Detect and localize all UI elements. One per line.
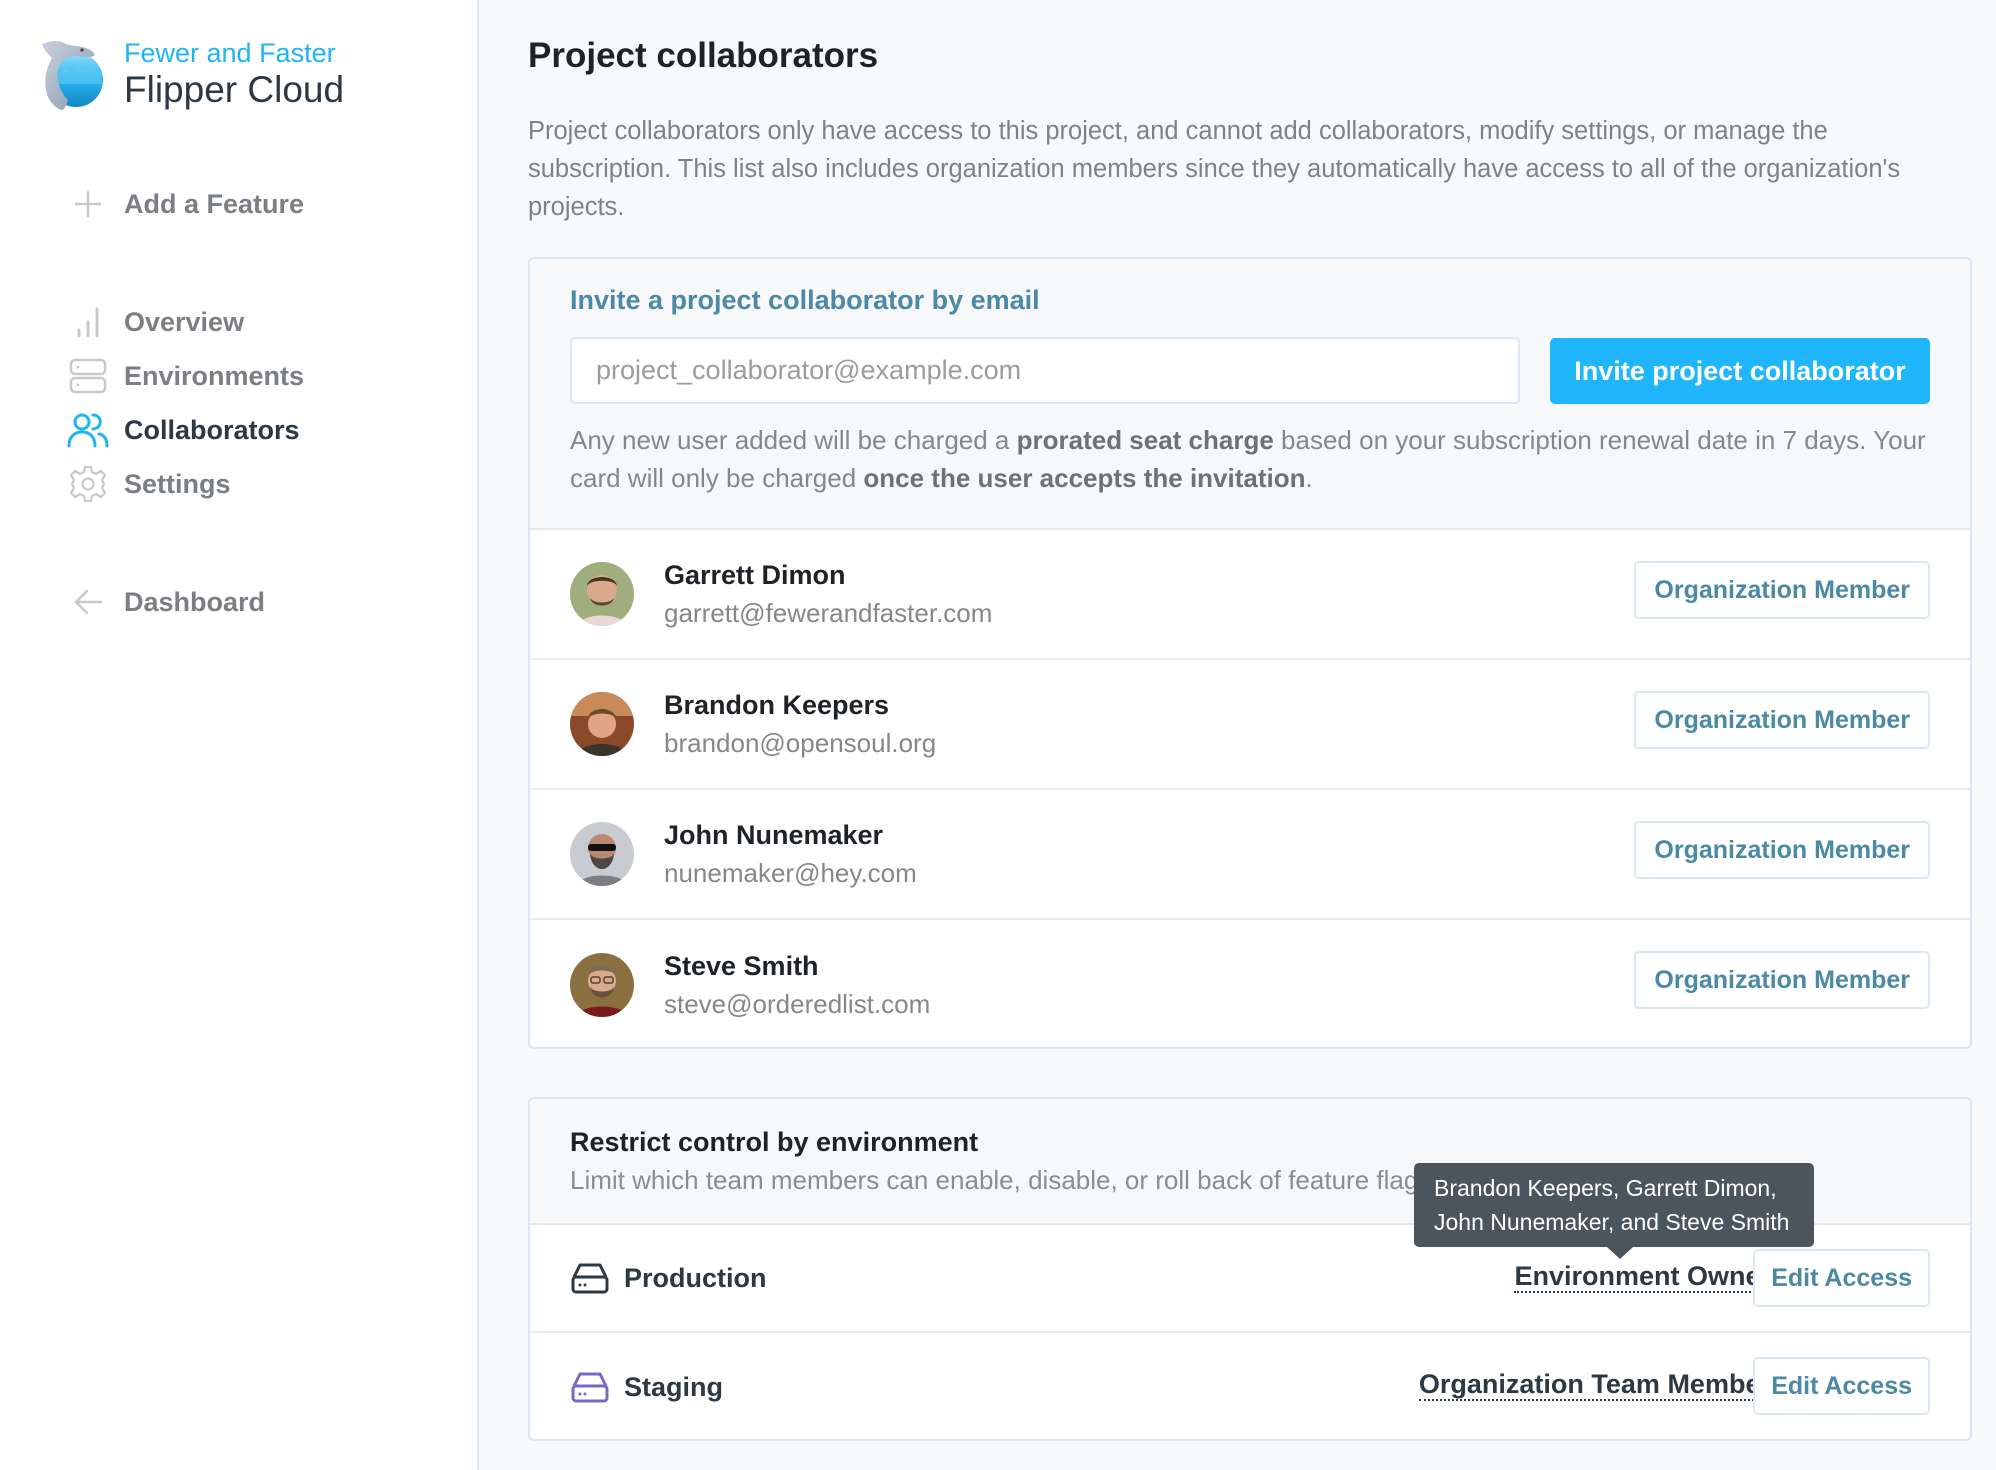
add-feature-label: Add a Feature	[124, 188, 305, 219]
dashboard-label: Dashboard	[124, 586, 266, 617]
collaborator-email: nunemaker@hey.com	[664, 858, 917, 888]
collaborator-name: Garrett Dimon	[664, 560, 846, 590]
sidebar-item-environments[interactable]: Environments	[64, 354, 304, 398]
sidebar-item-collaborators[interactable]: Collaborators	[64, 408, 300, 452]
edit-access-button[interactable]: Edit Access	[1753, 1249, 1930, 1307]
note-emphasis: once the user accepts the invitation	[863, 463, 1306, 493]
collaborator-row: Garrett Dimon garrett@fewerandfaster.com…	[530, 530, 1970, 660]
sidebar-item-settings[interactable]: Settings	[64, 462, 231, 506]
dolphin-logo-icon	[42, 41, 103, 110]
sidebar-item-overview[interactable]: Overview	[64, 300, 244, 344]
environment-access-link[interactable]: Organization Team Members	[1418, 1369, 1786, 1401]
avatar	[570, 562, 634, 626]
edit-access-button[interactable]: Edit Access	[1753, 1357, 1930, 1415]
gear-icon	[64, 462, 112, 506]
collaborator-row: Steve Smith steve@orderedlist.com Organi…	[530, 920, 1970, 1050]
sidebar-item-label: Overview	[124, 306, 245, 337]
add-feature-link[interactable]: Add a Feature	[64, 182, 304, 226]
environment-name: Production	[624, 1262, 767, 1293]
sidebar-item-label: Collaborators	[124, 414, 300, 445]
restrict-control-card: Restrict control by environment Limit wh…	[528, 1097, 1972, 1441]
collaborator-email: brandon@opensoul.org	[664, 728, 937, 758]
invite-label: Invite a project collaborator by email	[570, 285, 1040, 315]
environment-access-link[interactable]: Environment Owners	[1514, 1261, 1786, 1293]
invite-billing-note: Any new user added will be charged a pro…	[570, 421, 1950, 497]
environment-row-staging: Staging Organization Team Members Edit A…	[530, 1333, 1970, 1441]
environment-name: Staging	[624, 1371, 723, 1402]
sidebar: Fewer and Faster Flipper Cloud Add a Fea…	[0, 0, 479, 1470]
drive-icon	[571, 1372, 609, 1403]
avatar	[570, 822, 634, 886]
sidebar-item-label: Environments	[124, 360, 305, 391]
note-emphasis: prorated seat charge	[1016, 425, 1274, 455]
role-badge[interactable]: Organization Member	[1634, 821, 1930, 879]
back-to-dashboard-link[interactable]: Dashboard	[64, 580, 265, 624]
sidebar-item-label: Settings	[124, 468, 231, 499]
page-title: Project collaborators	[528, 36, 879, 75]
collaborator-name: Steve Smith	[664, 951, 819, 981]
note-text: Any new user added will be charged a	[570, 425, 1017, 455]
bar-chart-icon	[64, 300, 112, 344]
page-description: Project collaborators only have access t…	[528, 117, 1901, 221]
collaborator-name: John Nunemaker	[664, 820, 884, 850]
plus-icon	[64, 182, 112, 226]
users-icon	[64, 408, 112, 452]
brand-title: Flipper Cloud	[124, 69, 345, 110]
brand-subtitle: Fewer and Faster	[124, 38, 336, 68]
role-badge[interactable]: Organization Member	[1634, 691, 1930, 749]
invite-section: Invite a project collaborator by email I…	[530, 259, 1970, 530]
invite-email-input[interactable]	[570, 337, 1520, 404]
role-badge[interactable]: Organization Member	[1634, 561, 1930, 619]
access-tooltip: Brandon Keepers, Garrett Dimon, John Nun…	[1414, 1163, 1814, 1259]
server-icon	[64, 354, 112, 398]
avatar	[570, 953, 634, 1017]
brand[interactable]: Fewer and Faster Flipper Cloud	[36, 34, 344, 114]
drive-icon	[571, 1263, 609, 1294]
arrow-left-icon	[64, 580, 112, 624]
invite-collaborator-button[interactable]: Invite project collaborator	[1550, 338, 1930, 404]
collaborator-row: Brandon Keepers brandon@opensoul.org Org…	[530, 660, 1970, 790]
role-badge[interactable]: Organization Member	[1634, 951, 1930, 1009]
restrict-header: Restrict control by environment Limit wh…	[530, 1099, 1970, 1259]
collaborator-row: John Nunemaker nunemaker@hey.com Organiz…	[530, 790, 1970, 920]
avatar	[570, 692, 634, 756]
collaborator-name: Brandon Keepers	[664, 690, 890, 720]
collaborators-card: Invite a project collaborator by email I…	[528, 257, 1972, 1049]
collaborator-list: Garrett Dimon garrett@fewerandfaster.com…	[530, 530, 1970, 1050]
collaborator-email: garrett@fewerandfaster.com	[664, 598, 993, 628]
restrict-title: Restrict control by environment	[570, 1127, 979, 1157]
note-text: .	[1305, 463, 1313, 493]
collaborator-email: steve@orderedlist.com	[664, 989, 931, 1019]
